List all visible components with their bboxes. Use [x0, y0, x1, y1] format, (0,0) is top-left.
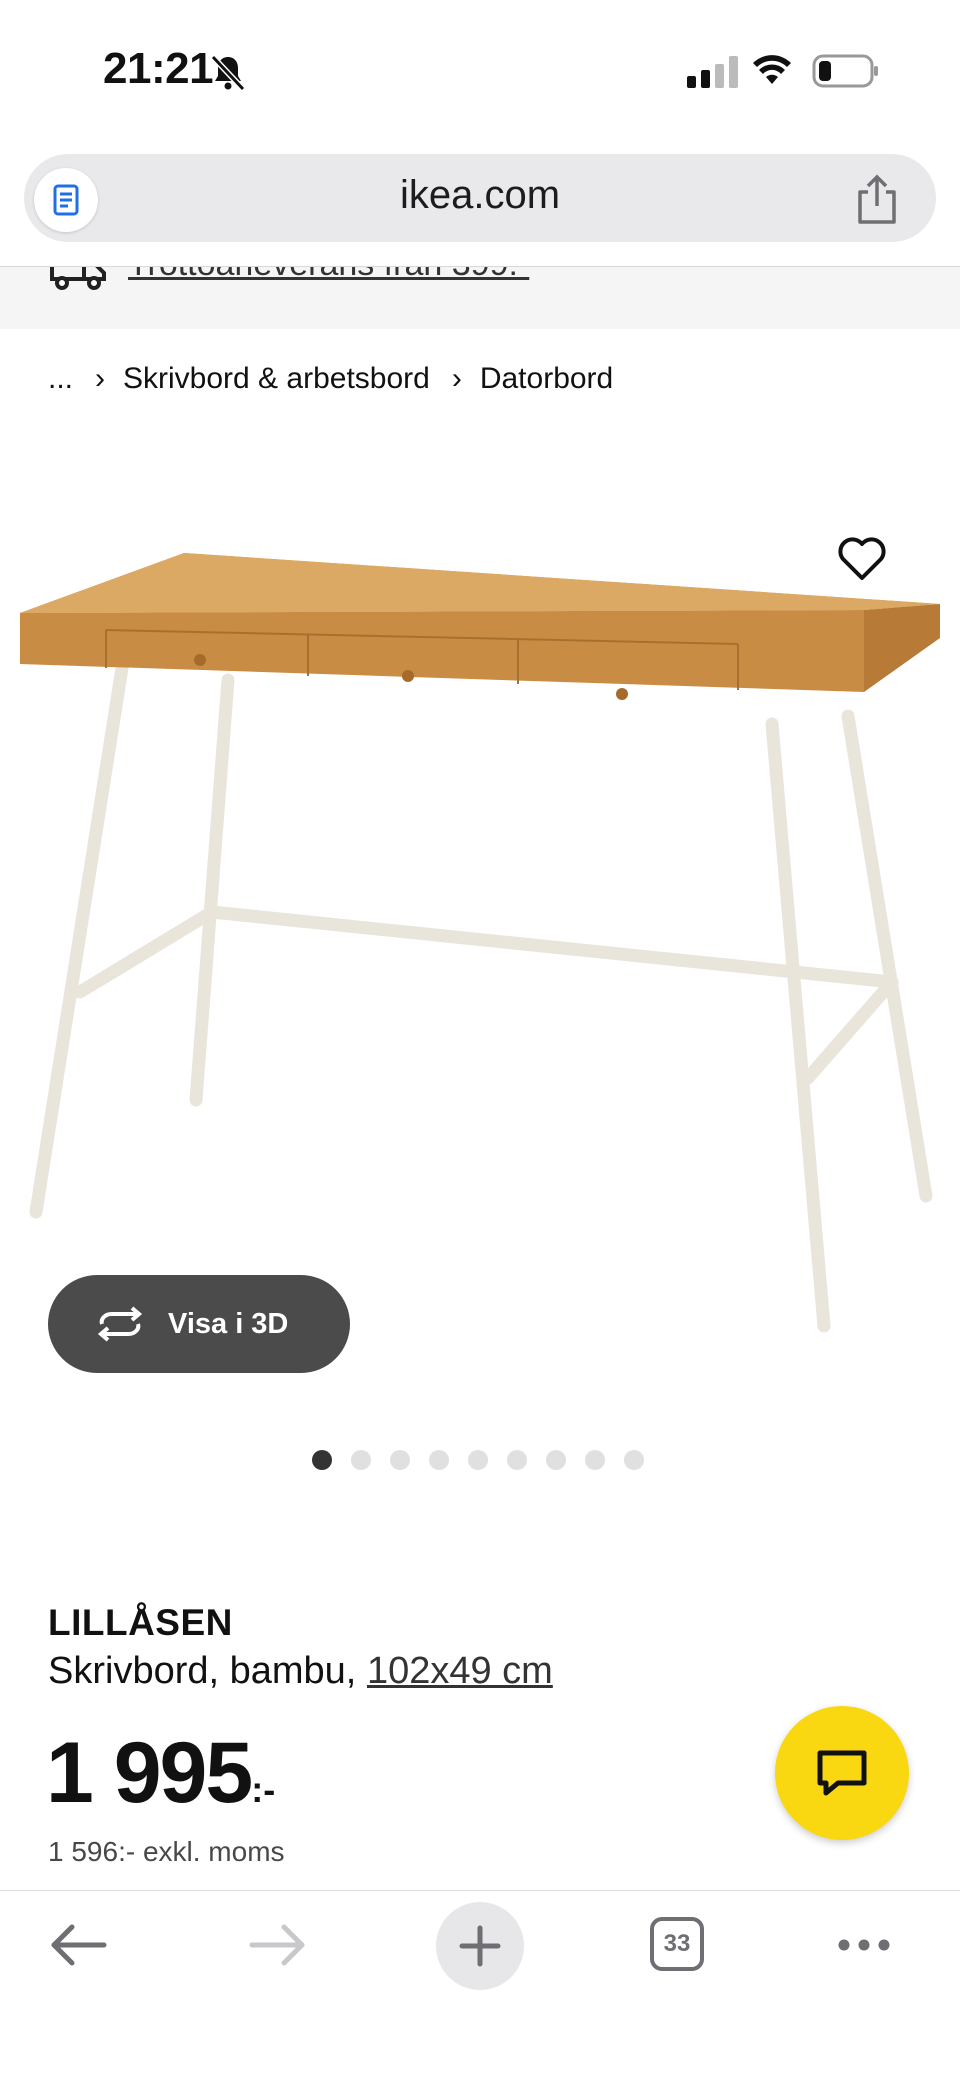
tabs-button[interactable]: 33: [650, 1917, 704, 1971]
delivery-banner[interactable]: Trottoarleverans från 399:-: [0, 266, 960, 329]
gallery-dot[interactable]: [468, 1450, 488, 1470]
gallery-dot[interactable]: [351, 1450, 371, 1470]
gallery-pagination[interactable]: [312, 1450, 644, 1470]
wifi-icon: [753, 55, 791, 84]
view-3d-button[interactable]: Visa i 3D: [48, 1275, 350, 1373]
breadcrumb: ... › Skrivbord & arbetsbord › Datorbord: [48, 362, 613, 396]
chevron-right-icon: ›: [95, 362, 106, 395]
chevron-right-icon: ›: [451, 362, 462, 395]
forward-arrow-icon[interactable]: [248, 1920, 308, 1970]
bell-slash-icon: [210, 54, 246, 92]
truck-icon: [50, 267, 106, 290]
gallery-dot[interactable]: [429, 1450, 449, 1470]
chat-icon: [817, 1750, 867, 1796]
delivery-text[interactable]: Trottoarleverans från 399:-: [128, 267, 529, 284]
signal-icon: [687, 56, 738, 88]
reader-button[interactable]: [34, 168, 98, 232]
battery-icon: [812, 54, 878, 88]
view-3d-label: Visa i 3D: [168, 1307, 289, 1340]
gallery-dot[interactable]: [624, 1450, 644, 1470]
price-suffix: :-: [251, 1769, 276, 1810]
share-icon[interactable]: [852, 174, 902, 226]
rotate-3d-icon: [97, 1306, 143, 1342]
reader-icon: [53, 184, 79, 216]
product-name: LILLÅSEN: [48, 1602, 233, 1643]
heart-icon[interactable]: [836, 534, 888, 582]
price-value: 1 995: [46, 1725, 253, 1821]
url-text[interactable]: ikea.com: [300, 173, 660, 218]
status-time: 21:21: [103, 44, 214, 93]
product-type: Skrivbord, bambu,: [48, 1650, 357, 1692]
plus-icon: [459, 1925, 501, 1967]
chat-button[interactable]: [775, 1706, 909, 1840]
gallery-dot[interactable]: [546, 1450, 566, 1470]
price-ex-vat: 1 596:- exkl. moms: [48, 1836, 285, 1867]
product-description: Skrivbord, bambu, 102x49 cm: [48, 1650, 553, 1693]
product-size-link[interactable]: 102x49 cm: [367, 1650, 553, 1692]
gallery-dot[interactable]: [507, 1450, 527, 1470]
breadcrumb-ellipsis[interactable]: ...: [48, 362, 73, 396]
gallery-dot[interactable]: [390, 1450, 410, 1470]
breadcrumb-item[interactable]: Skrivbord & arbetsbord: [123, 362, 430, 396]
gallery-dot[interactable]: [585, 1450, 605, 1470]
product-price: 1 995:-: [46, 1730, 275, 1816]
gallery-dot[interactable]: [312, 1450, 332, 1470]
breadcrumb-item[interactable]: Datorbord: [480, 362, 613, 396]
new-tab-button[interactable]: [436, 1902, 524, 1990]
back-arrow-icon[interactable]: [48, 1920, 108, 1970]
more-icon[interactable]: [836, 1936, 892, 1954]
